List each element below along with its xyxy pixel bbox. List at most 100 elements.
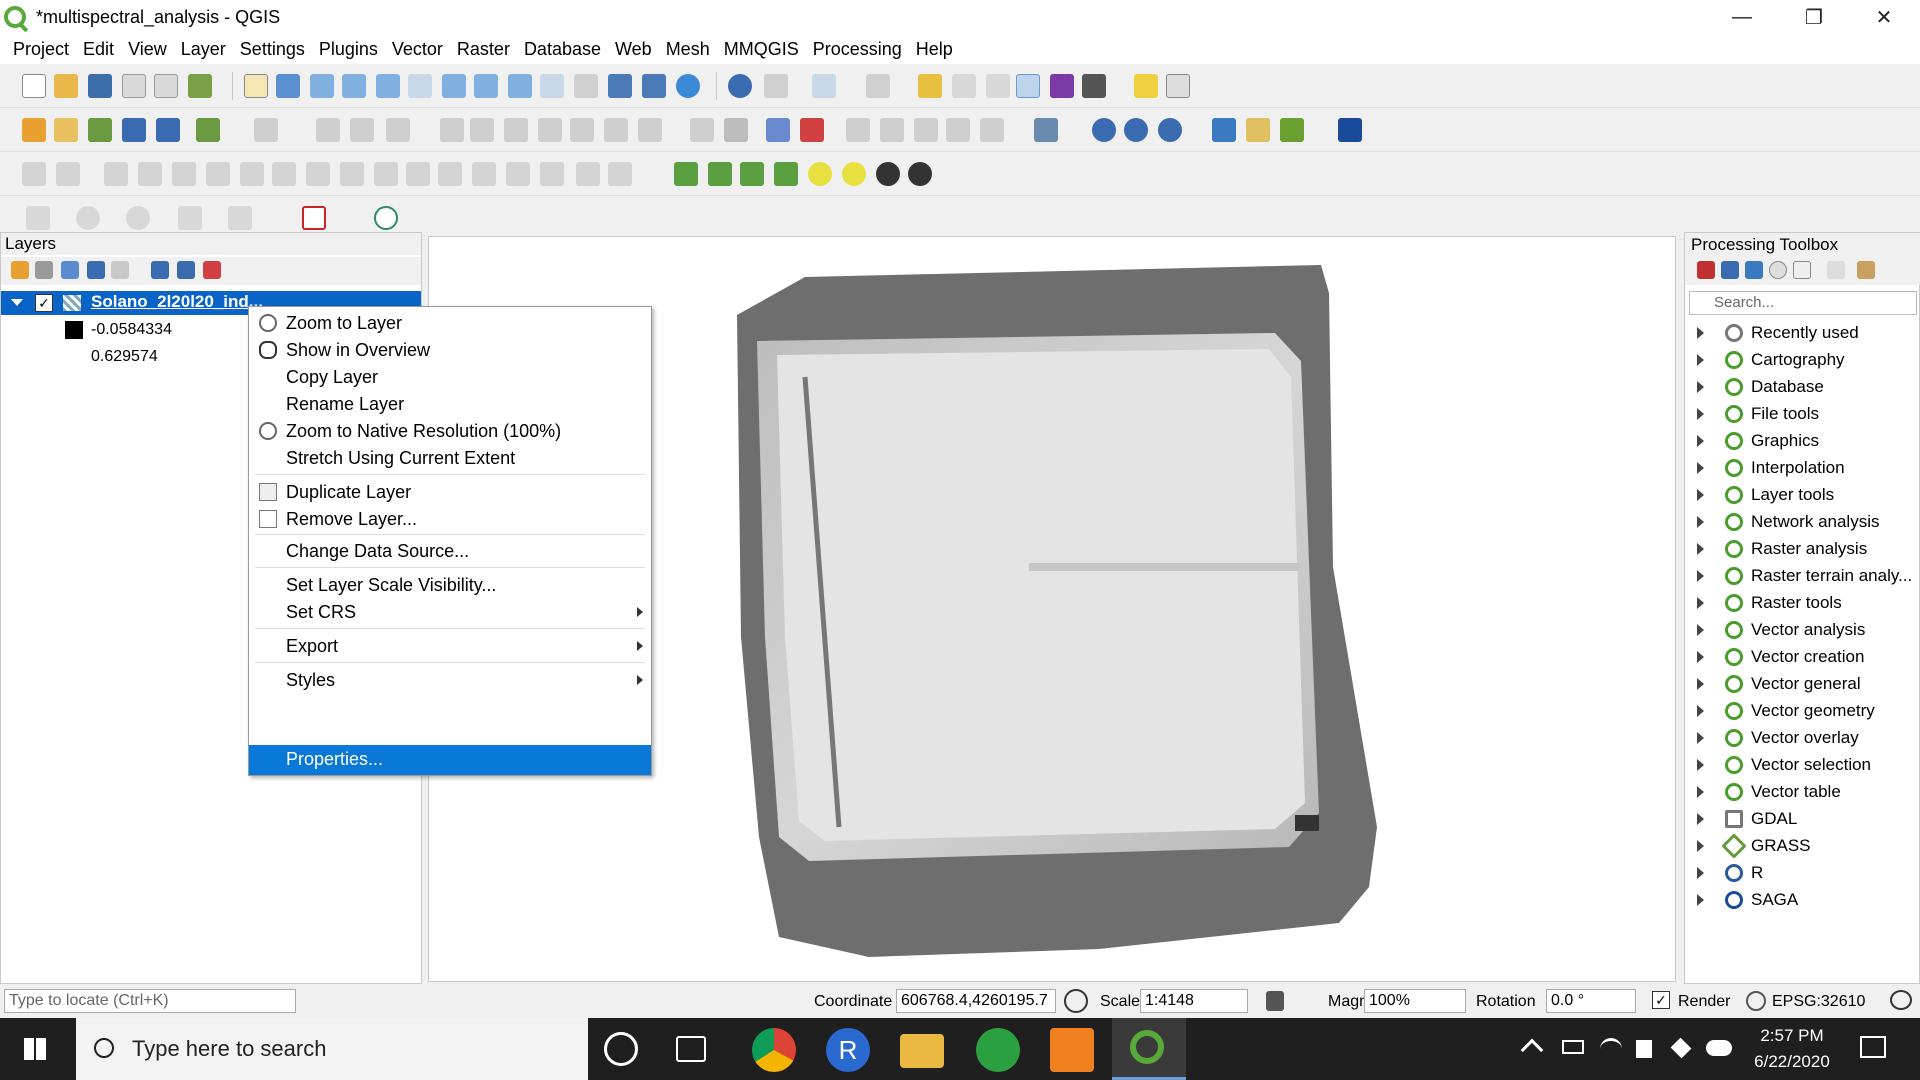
file-explorer-icon[interactable]: [900, 1034, 944, 1068]
toolbox-item-vector-selection[interactable]: Vector selection: [1685, 753, 1920, 779]
chrome-icon[interactable]: [752, 1028, 796, 1072]
menu-item-copy-layer[interactable]: Copy Layer: [249, 363, 651, 391]
expand-all-icon[interactable]: [151, 261, 169, 279]
dropbox-icon[interactable]: [1670, 1037, 1692, 1059]
menu-item-duplicate-layer[interactable]: Duplicate Layer: [249, 478, 651, 506]
add-virtual-layer-icon[interactable]: [196, 118, 220, 142]
select-by-value-icon[interactable]: [866, 74, 890, 98]
expand-arrow-icon[interactable]: [1697, 651, 1704, 663]
copy-features-icon[interactable]: [538, 118, 562, 142]
help-icon[interactable]: [1338, 118, 1362, 142]
expand-arrow-icon[interactable]: [1697, 435, 1704, 447]
menu-raster[interactable]: Raster: [457, 39, 510, 60]
layer-labeling-icon[interactable]: [724, 118, 748, 142]
menu-item-change-data-source[interactable]: Change Data Source...: [249, 537, 651, 565]
toolbox-item-gdal[interactable]: GDAL: [1685, 807, 1920, 833]
menu-item-styles[interactable]: Styles: [249, 666, 651, 694]
plugin-green-icon[interactable]: [1280, 118, 1304, 142]
locator-input[interactable]: Type to locate (Ctrl+K): [4, 989, 296, 1013]
options-icon[interactable]: [1857, 261, 1875, 279]
brightness-down-icon[interactable]: [842, 162, 866, 186]
task-view-icon[interactable]: [676, 1036, 706, 1062]
menu-processing[interactable]: Processing: [813, 39, 902, 60]
add-group-icon[interactable]: [35, 261, 53, 279]
expand-arrow-icon[interactable]: [1697, 543, 1704, 555]
db-manager-icon[interactable]: [1034, 118, 1058, 142]
zoom-full-icon[interactable]: [376, 74, 400, 98]
clock-time[interactable]: 2:57 PM: [1752, 1026, 1832, 1046]
add-feature-icon[interactable]: [350, 118, 374, 142]
render-checkbox[interactable]: ✓: [1652, 991, 1670, 1009]
run-action-icon[interactable]: [764, 74, 788, 98]
toolbox-item-grass[interactable]: GRASS: [1685, 833, 1920, 860]
filter-expression-icon[interactable]: [111, 261, 129, 279]
text-annotation-icon[interactable]: [1166, 74, 1190, 98]
cut-features-icon[interactable]: [504, 118, 528, 142]
taskbar-search-box[interactable]: Type here to search: [76, 1018, 588, 1080]
show-hide-labels-icon[interactable]: [846, 118, 870, 142]
merge-features-icon[interactable]: [472, 162, 496, 186]
expand-arrow-icon[interactable]: [1697, 489, 1704, 501]
fill-ring-icon[interactable]: [240, 162, 264, 186]
layer-name[interactable]: Solano_2l20l20_ind...: [91, 292, 263, 312]
filter-legend-icon[interactable]: [87, 261, 105, 279]
plugin-globe-icon[interactable]: [1158, 118, 1182, 142]
crs-globe-icon[interactable]: [1746, 991, 1766, 1011]
toolbox-item-raster-tools[interactable]: Raster tools: [1685, 591, 1920, 617]
vertex-editor-icon[interactable]: [576, 162, 600, 186]
menu-item-set-crs[interactable]: Set CRS: [249, 598, 651, 626]
toolbox-item-database[interactable]: Database: [1685, 375, 1920, 401]
add-vector-layer-icon[interactable]: [88, 118, 112, 142]
delete-selected-icon[interactable]: [470, 118, 494, 142]
expand-arrow-icon[interactable]: [1697, 759, 1704, 771]
new-map-view-icon[interactable]: [574, 74, 598, 98]
lock-scale-icon[interactable]: [1266, 991, 1284, 1011]
add-part-icon[interactable]: [206, 162, 230, 186]
add-raster-layer-icon[interactable]: [122, 118, 146, 142]
onedrive-icon[interactable]: [1706, 1040, 1732, 1056]
highlight-pinned-labels-icon[interactable]: [766, 118, 790, 142]
simplify-icon[interactable]: [138, 162, 162, 186]
models-icon[interactable]: [1697, 261, 1715, 279]
toolbox-item-graphics[interactable]: Graphics: [1685, 429, 1920, 455]
layout-manager-icon[interactable]: [154, 74, 178, 98]
reshape-icon[interactable]: [340, 162, 364, 186]
processing-toolbox-icon[interactable]: [1016, 74, 1040, 98]
attribute-table-icon[interactable]: [952, 74, 976, 98]
change-label-icon[interactable]: [946, 118, 970, 142]
reverse-line-icon[interactable]: [608, 162, 632, 186]
expand-arrow-icon[interactable]: [1697, 786, 1704, 798]
expand-arrow-icon[interactable]: [1697, 840, 1704, 852]
expand-arrow-icon[interactable]: [1697, 327, 1704, 339]
plugin-wand-icon[interactable]: [1246, 118, 1270, 142]
menu-item-show-in-overview[interactable]: Show in Overview: [249, 336, 651, 364]
expand-arrow-icon[interactable]: [1697, 867, 1704, 879]
add-circle-icon[interactable]: [76, 206, 100, 230]
toolbox-item-vector-table[interactable]: Vector table: [1685, 780, 1920, 806]
data-source-manager-icon[interactable]: [22, 118, 46, 142]
show-bookmarks-icon[interactable]: [642, 74, 666, 98]
statistical-summary-icon[interactable]: [1050, 74, 1074, 98]
toolbox-item-file-tools[interactable]: File tools: [1685, 402, 1920, 428]
menu-mesh[interactable]: Mesh: [666, 39, 710, 60]
menu-item-rename-layer[interactable]: Rename Layer: [249, 390, 651, 418]
add-regular-polygon-icon[interactable]: [228, 206, 252, 230]
metasearch-icon[interactable]: [1124, 118, 1148, 142]
move-feature-icon[interactable]: [56, 162, 80, 186]
add-wms-layer-icon[interactable]: [156, 118, 180, 142]
expand-arrow-icon[interactable]: [1697, 516, 1704, 528]
contrast-up-icon[interactable]: [876, 162, 900, 186]
new-bookmark-icon[interactable]: [608, 74, 632, 98]
toolbox-item-interpolation[interactable]: Interpolation: [1685, 456, 1920, 482]
map-tips-icon[interactable]: [1134, 74, 1158, 98]
zoom-last-icon[interactable]: [508, 74, 532, 98]
edit-features-icon[interactable]: [1827, 261, 1845, 279]
raster-calc-icon[interactable]: [674, 162, 698, 186]
delete-part-icon[interactable]: [306, 162, 330, 186]
menu-item-zoom-to-layer[interactable]: Zoom to Layer: [249, 309, 651, 337]
menu-view[interactable]: View: [128, 39, 167, 60]
python-scripts-icon[interactable]: [1745, 261, 1763, 279]
expand-arrow-icon[interactable]: [1697, 408, 1704, 420]
close-button[interactable]: ✕: [1848, 0, 1920, 34]
toggle-editing-icon[interactable]: [254, 118, 278, 142]
